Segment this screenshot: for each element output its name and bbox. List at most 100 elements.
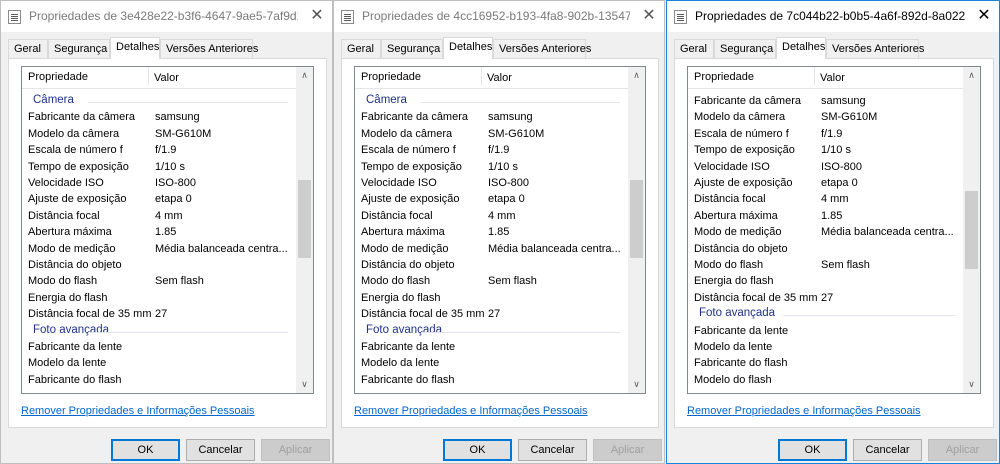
vertical-scrollbar[interactable]: ∧ ∨ [296, 67, 313, 393]
close-button[interactable]: ✕ [302, 1, 332, 32]
apply-button[interactable]: Aplicar [261, 439, 330, 461]
list-item[interactable]: Modelo da câmera SM-G610M [22, 126, 298, 142]
tab-seguranca[interactable]: Segurança [381, 39, 443, 59]
properties-list[interactable]: Propriedade Valor Fabricante da câmera sams… [687, 66, 981, 394]
list-item[interactable]: Velocidade ISO ISO-800 [688, 159, 965, 175]
list-item[interactable]: Escala de número f f/1.9 [355, 142, 630, 158]
list-item[interactable]: Modelo da lente [22, 355, 298, 371]
tab-seguranca[interactable]: Segurança [48, 39, 110, 59]
list-item[interactable]: Modo do flash Sem flash [688, 257, 965, 273]
list-item[interactable]: Modelo da câmera SM-G610M [688, 109, 965, 125]
list-item[interactable]: Escala de número f f/1.9 [22, 142, 298, 158]
column-header-value[interactable]: Valor [148, 67, 179, 85]
list-item[interactable]: Modelo do flash [688, 372, 965, 388]
tab-detalhes[interactable]: Detalhes [110, 37, 160, 59]
list-item[interactable]: Modo de medição Média balanceada centra..… [355, 241, 630, 257]
list-item[interactable]: Fabricante do flash [688, 355, 965, 371]
list-item[interactable]: Fabricante da lente [688, 323, 965, 339]
list-item[interactable]: Distância focal de 35 mm 27 [688, 290, 965, 306]
list-item[interactable]: Fabricante do flash [355, 372, 630, 388]
tab-versoes-anteriores[interactable]: Versões Anteriores [160, 39, 258, 59]
tab-geral[interactable]: Geral [341, 39, 381, 59]
tab-versoes-anteriores[interactable]: Versões Anteriores [826, 39, 924, 59]
list-item[interactable]: Modo do flash Sem flash [22, 273, 298, 289]
list-item[interactable]: Modo do flash Sem flash [355, 273, 630, 289]
list-item[interactable]: Fabricante do flash [22, 372, 298, 388]
list-item[interactable]: Fabricante da câmera samsung [688, 93, 965, 109]
list-item[interactable]: Velocidade ISO ISO-800 [355, 175, 630, 191]
list-item[interactable]: Distância focal 4 mm [22, 208, 298, 224]
column-header-value[interactable]: Valor [481, 67, 512, 85]
scrollbar-thumb[interactable] [965, 191, 978, 269]
list-item[interactable]: Distância do objeto [688, 241, 965, 257]
remove-properties-link[interactable]: Remover Propriedades e Informações Pesso… [687, 405, 921, 417]
close-button[interactable]: ✕ [969, 1, 999, 32]
vertical-scrollbar[interactable]: ∧ ∨ [963, 67, 980, 393]
list-item[interactable]: Fabricante da câmera samsung [22, 109, 298, 125]
list-item[interactable]: Fabricante da lente [22, 339, 298, 355]
ok-button[interactable]: OK [443, 439, 512, 461]
ok-button[interactable]: OK [778, 439, 847, 461]
properties-list[interactable]: Propriedade Valor Câmera Fabricante da câme… [354, 66, 646, 394]
tab-seguranca[interactable]: Segurança [714, 39, 776, 59]
chevron-up-icon[interactable]: ∧ [963, 67, 980, 84]
list-item[interactable]: Fabricante da câmera samsung [355, 109, 630, 125]
title-bar[interactable]: Propriedades de 3e428e22-b3f6-4647-9ae5-… [1, 1, 332, 32]
list-item[interactable]: Modo de medição Média balanceada centra..… [688, 224, 965, 240]
chevron-down-icon[interactable]: ∨ [963, 376, 980, 393]
column-header-value[interactable]: Valor [814, 67, 845, 85]
cancel-button[interactable]: Cancelar [518, 439, 587, 461]
list-item[interactable]: Fabricante da lente [355, 339, 630, 355]
list-item[interactable]: Ajuste de exposição etapa 0 [688, 175, 965, 191]
remove-properties-link[interactable]: Remover Propriedades e Informações Pesso… [354, 405, 588, 417]
list-item[interactable]: Tempo de exposição 1/10 s [22, 159, 298, 175]
scrollbar-thumb[interactable] [298, 180, 311, 259]
list-item[interactable]: Ajuste de exposição etapa 0 [355, 191, 630, 207]
list-item[interactable]: Abertura máxima 1.85 [355, 224, 630, 240]
title-bar[interactable]: Propriedades de 7c044b22-b0b5-4a6f-892d-… [667, 1, 999, 32]
ok-button[interactable]: OK [111, 439, 180, 461]
list-item[interactable]: Distância do objeto [355, 257, 630, 273]
column-header-property[interactable]: Propriedade [694, 71, 754, 83]
list-item[interactable]: Abertura máxima 1.85 [688, 208, 965, 224]
tab-detalhes[interactable]: Detalhes [443, 37, 493, 59]
remove-properties-link[interactable]: Remover Propriedades e Informações Pesso… [21, 405, 255, 417]
cancel-button[interactable]: Cancelar [186, 439, 255, 461]
list-item[interactable]: Distância focal de 35 mm 27 [355, 306, 630, 322]
list-item[interactable]: Energia do flash [688, 273, 965, 289]
chevron-down-icon[interactable]: ∨ [296, 376, 313, 393]
tab-versoes-anteriores[interactable]: Versões Anteriores [493, 39, 591, 59]
scrollbar-thumb[interactable] [630, 180, 643, 259]
list-item[interactable]: Energia do flash [22, 290, 298, 306]
properties-list[interactable]: Propriedade Valor Câmera Fabricante da câme… [21, 66, 314, 394]
column-header-property[interactable]: Propriedade [28, 71, 88, 83]
list-item[interactable]: Distância focal de 35 mm 27 [22, 306, 298, 322]
tab-geral[interactable]: Geral [8, 39, 48, 59]
list-item[interactable]: Modo de medição Média balanceada centra..… [22, 241, 298, 257]
apply-button[interactable]: Aplicar [593, 439, 662, 461]
close-button[interactable]: ✕ [634, 1, 664, 32]
chevron-up-icon[interactable]: ∧ [296, 67, 313, 84]
list-item[interactable]: Energia do flash [355, 290, 630, 306]
cancel-button[interactable]: Cancelar [853, 439, 922, 461]
chevron-up-icon[interactable]: ∧ [628, 67, 645, 84]
list-item[interactable]: Distância do objeto [22, 257, 298, 273]
list-item[interactable]: Distância focal 4 mm [355, 208, 630, 224]
list-item[interactable]: Modelo da câmera SM-G610M [355, 126, 630, 142]
list-item[interactable]: Velocidade ISO ISO-800 [22, 175, 298, 191]
list-item[interactable]: Ajuste de exposição etapa 0 [22, 191, 298, 207]
tab-detalhes[interactable]: Detalhes [776, 37, 826, 59]
list-item[interactable]: Abertura máxima 1.85 [22, 224, 298, 240]
list-item[interactable]: Modelo da lente [355, 355, 630, 371]
tab-geral[interactable]: Geral [674, 39, 714, 59]
chevron-down-icon[interactable]: ∨ [628, 376, 645, 393]
title-bar[interactable]: Propriedades de 4cc16952-b193-4fa8-902b-… [334, 1, 664, 32]
apply-button[interactable]: Aplicar [928, 439, 997, 461]
column-header-property[interactable]: Propriedade [361, 71, 421, 83]
list-item[interactable]: Modelo da lente [688, 339, 965, 355]
list-item[interactable]: Distância focal 4 mm [688, 191, 965, 207]
list-item[interactable]: Escala de número f f/1.9 [688, 126, 965, 142]
vertical-scrollbar[interactable]: ∧ ∨ [628, 67, 645, 393]
list-item[interactable]: Tempo de exposição 1/10 s [355, 159, 630, 175]
list-item[interactable]: Tempo de exposição 1/10 s [688, 142, 965, 158]
